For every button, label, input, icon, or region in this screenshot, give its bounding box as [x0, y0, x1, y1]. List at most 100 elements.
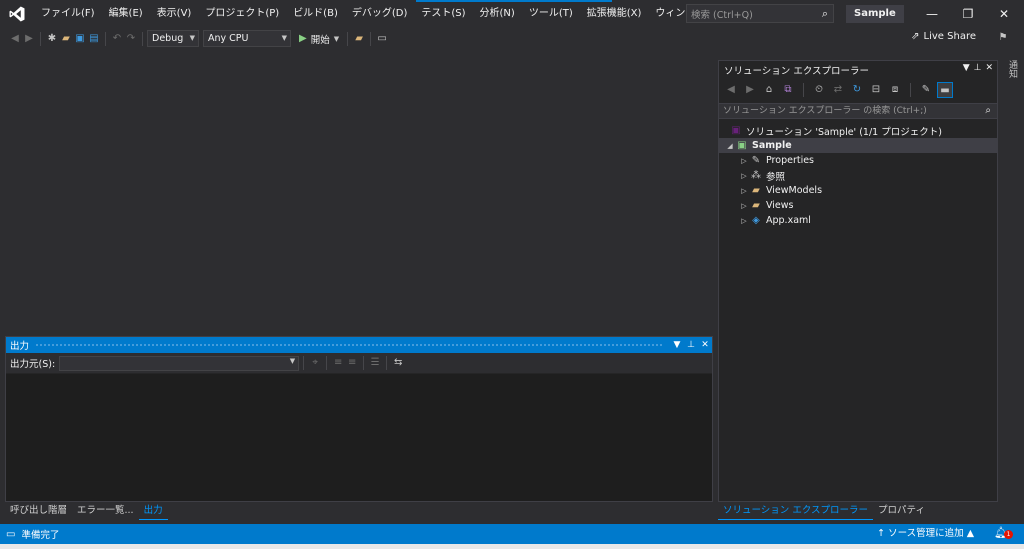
status-bar: ▭ 準備完了 ↑ ソース管理に追加 ▲ 🔔︎ 1	[0, 524, 1024, 544]
find-message-icon[interactable]: ⌖	[308, 354, 322, 372]
toolbar-divider	[303, 356, 305, 370]
visual-studio-logo-icon[interactable]	[0, 0, 34, 28]
tab-output[interactable]: 出力	[138, 502, 168, 520]
menu-extensions[interactable]: 拡張機能(X)	[580, 0, 649, 28]
collapsed-icon[interactable]: ▷	[739, 187, 749, 195]
chevron-down-icon: ▼	[333, 34, 340, 43]
pending-changes-filter-icon[interactable]: ⏲	[811, 82, 827, 98]
close-icon[interactable]: ✕	[698, 340, 712, 350]
menu-project[interactable]: プロジェクト(P)	[198, 0, 286, 28]
output-text-area[interactable]	[6, 374, 712, 501]
restore-icon[interactable]: ❐	[950, 0, 986, 28]
close-icon[interactable]: ✕	[985, 63, 993, 73]
tree-label: Views	[766, 200, 794, 211]
search-icon[interactable]: ⌕	[822, 7, 828, 21]
collapsed-icon[interactable]: ▷	[739, 217, 749, 225]
feedback-icon[interactable]: ⚑	[996, 29, 1010, 47]
collapse-all-icon[interactable]: ⊟	[868, 82, 884, 98]
tab-properties[interactable]: プロパティ	[873, 502, 930, 520]
previous-message-icon[interactable]: ≡	[331, 354, 345, 372]
forward-icon[interactable]: ▶	[22, 30, 36, 48]
back-icon[interactable]: ◀	[723, 82, 739, 98]
sync-icon[interactable]: ⇄	[830, 82, 846, 98]
tab-call-hierarchy[interactable]: 呼び出し階層	[5, 502, 72, 520]
notifications-side-tab[interactable]: 通知	[1003, 60, 1019, 78]
browse-folder-icon[interactable]: ▰	[352, 30, 366, 48]
toolbar-divider	[142, 31, 143, 46]
menu-build[interactable]: ビルド(B)	[286, 0, 345, 28]
tree-item[interactable]: ▷ ◈ App.xaml	[719, 213, 997, 228]
tree-item[interactable]: ▷ ▰ ViewModels	[719, 183, 997, 198]
search-input[interactable]: 検索 (Ctrl+Q) ⌕	[686, 4, 834, 23]
solution-explorer-toolbar: ◀ ▶ ⌂ ⧉ ⏲ ⇄ ↻ ⊟ ⧈ ✎ ▬	[719, 79, 997, 101]
output-source-select[interactable]: ▼	[59, 355, 300, 371]
word-wrap-icon[interactable]: ⇆	[391, 354, 405, 372]
tree-label: Properties	[766, 155, 815, 166]
notification-bell-icon[interactable]: 🔔︎ 1	[994, 526, 1013, 539]
open-folder-icon[interactable]: ▰	[59, 30, 73, 48]
solution-name-badge: Sample	[846, 5, 904, 23]
solution-search-placeholder: ソリューション エクスプローラー の検索 (Ctrl+;)	[723, 106, 927, 116]
home-icon[interactable]: ⌂	[761, 82, 777, 98]
back-icon[interactable]: ◀	[8, 30, 22, 48]
menu-bar: ファイル(F) 編集(E) 表示(V) プロジェクト(P) ビルド(B) デバッ…	[34, 0, 789, 28]
close-icon[interactable]: ✕	[986, 0, 1022, 28]
menu-edit[interactable]: 編集(E)	[102, 0, 150, 28]
tree-label: Sample	[752, 140, 792, 151]
properties-icon[interactable]: ✎	[918, 82, 934, 98]
forward-icon[interactable]: ▶	[742, 82, 758, 98]
tree-item[interactable]: ▷ ▰ Views	[719, 198, 997, 213]
next-message-icon[interactable]: ≡	[345, 354, 359, 372]
undo-icon[interactable]: ↶	[110, 30, 124, 48]
platform-select[interactable]: Any CPU ▼	[203, 30, 291, 47]
clear-all-icon[interactable]: ☰	[368, 354, 382, 372]
expanded-icon[interactable]: ◢	[725, 142, 735, 150]
start-label: 開始	[310, 34, 330, 46]
below-window-strip	[0, 544, 1024, 549]
pin-icon[interactable]: ⊥	[684, 340, 698, 350]
tree-project-node[interactable]: ◢ ▣ Sample	[719, 138, 997, 153]
screen-icon[interactable]: ▭	[375, 30, 389, 48]
wrench-icon: ✎	[751, 155, 761, 166]
solution-explorer-title: ソリューション エクスプローラー	[724, 66, 870, 77]
tree-label: ViewModels	[766, 185, 823, 196]
solution-icon: ▣	[731, 125, 741, 136]
collapsed-icon[interactable]: ▷	[739, 172, 749, 180]
save-icon[interactable]: ▣	[73, 30, 87, 48]
start-button[interactable]: ▶ 開始 ▼	[295, 32, 343, 46]
menu-test[interactable]: テスト(S)	[414, 0, 472, 28]
source-control-button[interactable]: ↑ ソース管理に追加 ▲	[877, 524, 974, 544]
new-project-icon[interactable]: ✱	[45, 30, 59, 48]
search-icon[interactable]: ⌕	[985, 104, 991, 118]
folder-icon: ▰	[752, 185, 760, 196]
menu-tools[interactable]: ツール(T)	[522, 0, 580, 28]
configuration-select[interactable]: Debug ▼	[147, 30, 199, 47]
live-share-button[interactable]: ⇗ Live Share	[911, 31, 976, 42]
pin-icon[interactable]: ⊥	[974, 63, 982, 73]
grip-dots	[35, 342, 664, 348]
collapsed-icon[interactable]: ▷	[739, 202, 749, 210]
redo-icon[interactable]: ↷	[124, 30, 138, 48]
tree-item[interactable]: ▷ ✎ Properties	[719, 153, 997, 168]
dropdown-icon[interactable]: ▼	[963, 63, 970, 73]
toolbar-divider	[386, 356, 388, 370]
tree-solution-node[interactable]: ▣ ソリューション 'Sample' (1/1 プロジェクト)	[719, 123, 997, 138]
preview-selected-icon[interactable]: ▬	[937, 82, 953, 98]
collapsed-icon[interactable]: ▷	[739, 157, 749, 165]
project-icon: ▣	[737, 140, 747, 151]
menu-analyze[interactable]: 分析(N)	[473, 0, 522, 28]
refresh-icon[interactable]: ↻	[849, 82, 865, 98]
tab-error-list[interactable]: エラー一覧...	[72, 502, 139, 520]
save-all-icon[interactable]: ▤	[87, 30, 101, 48]
minimize-icon[interactable]: —	[914, 0, 950, 28]
solution-search-input[interactable]: ソリューション エクスプローラー の検索 (Ctrl+;) ⌕	[719, 103, 997, 119]
status-text: 準備完了	[21, 530, 60, 541]
menu-debug[interactable]: デバッグ(D)	[345, 0, 415, 28]
switch-views-icon[interactable]: ⧉	[780, 82, 796, 98]
dropdown-icon[interactable]: ▼	[670, 340, 684, 350]
menu-file[interactable]: ファイル(F)	[34, 0, 102, 28]
menu-view[interactable]: 表示(V)	[150, 0, 199, 28]
tree-item[interactable]: ▷ ⁂ 参照	[719, 168, 997, 183]
tab-solution-explorer[interactable]: ソリューション エクスプローラー	[718, 502, 874, 520]
show-all-files-icon[interactable]: ⧈	[887, 82, 903, 98]
